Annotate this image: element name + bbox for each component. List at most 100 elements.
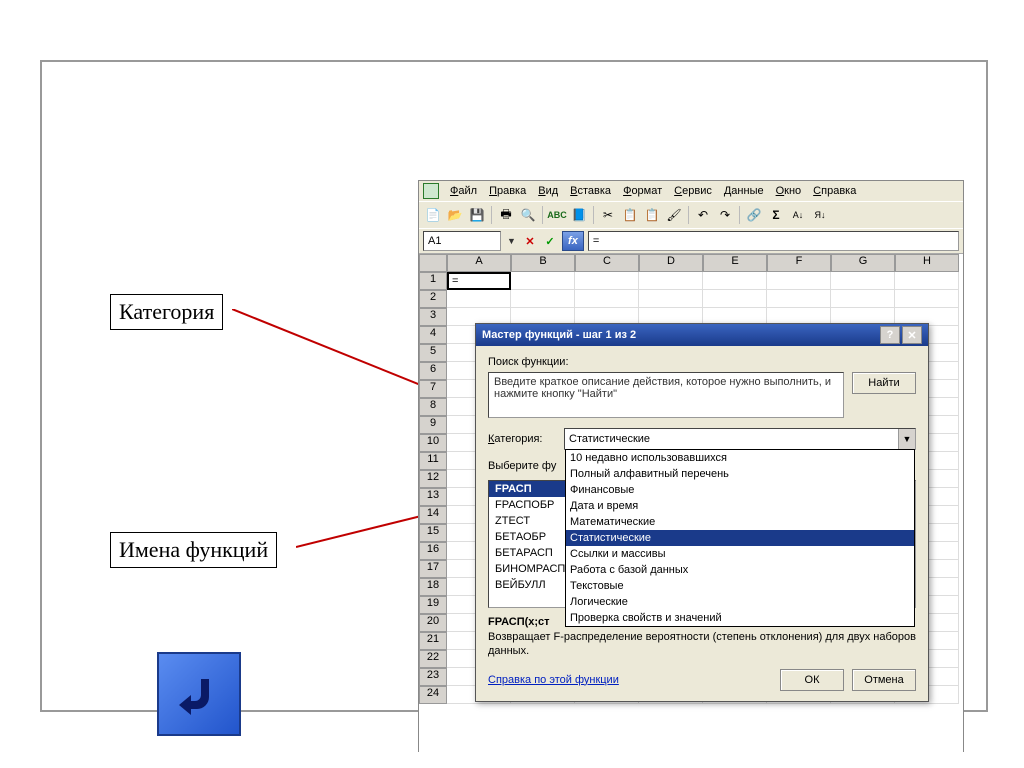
category-dropdown[interactable]: 10 недавно использовавшихсяПолный алфави… <box>565 449 915 627</box>
category-option[interactable]: Работа с базой данных <box>566 562 914 578</box>
category-option[interactable]: Математические <box>566 514 914 530</box>
column-header[interactable]: E <box>703 254 767 272</box>
menu-help[interactable]: Справка <box>808 183 861 199</box>
print-preview-icon[interactable]: 🔍 <box>518 205 538 225</box>
cell[interactable] <box>639 272 703 290</box>
copy-icon[interactable]: 📋 <box>620 205 640 225</box>
cell[interactable] <box>575 272 639 290</box>
column-header[interactable]: F <box>767 254 831 272</box>
row-header[interactable]: 15 <box>419 524 447 542</box>
category-select[interactable]: Статистические ▼ 10 недавно использовавш… <box>564 428 916 450</box>
category-option[interactable]: Полный алфавитный перечень <box>566 466 914 482</box>
function-help-link[interactable]: Справка по этой функции <box>488 674 619 686</box>
cell[interactable]: = <box>447 272 511 290</box>
cell[interactable] <box>703 290 767 308</box>
category-option[interactable]: 10 недавно использовавшихся <box>566 450 914 466</box>
row-header[interactable]: 8 <box>419 398 447 416</box>
row-header[interactable]: 5 <box>419 344 447 362</box>
insert-function-icon[interactable]: fx <box>562 231 584 251</box>
cancel-formula-icon[interactable]: ✕ <box>522 233 538 249</box>
cell[interactable] <box>575 290 639 308</box>
row-header[interactable]: 16 <box>419 542 447 560</box>
row-header[interactable]: 10 <box>419 434 447 452</box>
help-titlebar-button[interactable]: ? <box>880 326 900 344</box>
menu-insert[interactable]: Вставка <box>565 183 616 199</box>
row-header[interactable]: 7 <box>419 380 447 398</box>
menu-window[interactable]: Окно <box>771 183 807 199</box>
row-header[interactable]: 24 <box>419 686 447 704</box>
category-option[interactable]: Текстовые <box>566 578 914 594</box>
cell[interactable] <box>767 272 831 290</box>
category-option[interactable]: Ссылки и массивы <box>566 546 914 562</box>
menu-data[interactable]: Данные <box>719 183 769 199</box>
column-header[interactable]: G <box>831 254 895 272</box>
formula-input[interactable]: = <box>588 231 959 251</box>
row-header[interactable]: 17 <box>419 560 447 578</box>
row-header[interactable]: 21 <box>419 632 447 650</box>
hyperlink-icon[interactable]: 🔗 <box>744 205 764 225</box>
row-header[interactable]: 9 <box>419 416 447 434</box>
column-header[interactable]: C <box>575 254 639 272</box>
column-header[interactable]: D <box>639 254 703 272</box>
cell[interactable] <box>703 272 767 290</box>
row-header[interactable]: 2 <box>419 290 447 308</box>
redo-icon[interactable]: ↷ <box>715 205 735 225</box>
autosum-icon[interactable]: Σ <box>766 205 786 225</box>
menu-tools[interactable]: Сервис <box>669 183 717 199</box>
cell[interactable] <box>511 272 575 290</box>
category-option[interactable]: Дата и время <box>566 498 914 514</box>
name-box-dropdown-icon[interactable]: ▼ <box>505 236 518 246</box>
row-header[interactable]: 3 <box>419 308 447 326</box>
row-header[interactable]: 20 <box>419 614 447 632</box>
cut-icon[interactable]: ✂ <box>598 205 618 225</box>
menu-view[interactable]: Вид <box>533 183 563 199</box>
row-header[interactable]: 4 <box>419 326 447 344</box>
menu-edit[interactable]: Правка <box>484 183 531 199</box>
paste-icon[interactable]: 📋 <box>642 205 662 225</box>
cell[interactable] <box>767 290 831 308</box>
menu-format[interactable]: Формат <box>618 183 667 199</box>
name-box[interactable]: A1 <box>423 231 501 251</box>
cell[interactable] <box>511 290 575 308</box>
cell[interactable] <box>831 272 895 290</box>
print-icon[interactable]: 🖶 <box>496 205 516 225</box>
column-header[interactable]: H <box>895 254 959 272</box>
category-option[interactable]: Финансовые <box>566 482 914 498</box>
enter-formula-icon[interactable]: ✓ <box>542 233 558 249</box>
column-header[interactable]: B <box>511 254 575 272</box>
row-header[interactable]: 18 <box>419 578 447 596</box>
column-header[interactable]: A <box>447 254 511 272</box>
row-header[interactable]: 14 <box>419 506 447 524</box>
category-option[interactable]: Проверка свойств и значений <box>566 610 914 626</box>
menu-file[interactable]: Файл <box>445 183 482 199</box>
cell[interactable] <box>831 290 895 308</box>
cancel-button[interactable]: Отмена <box>852 669 916 691</box>
cell[interactable] <box>639 290 703 308</box>
close-titlebar-button[interactable]: ✕ <box>902 326 922 344</box>
row-header[interactable]: 22 <box>419 650 447 668</box>
category-option[interactable]: Статистические <box>566 530 914 546</box>
save-icon[interactable]: 💾 <box>467 205 487 225</box>
research-icon[interactable]: 📘 <box>569 205 589 225</box>
format-painter-icon[interactable]: 🖌 <box>664 205 684 225</box>
row-header[interactable]: 12 <box>419 470 447 488</box>
chevron-down-icon[interactable]: ▼ <box>898 429 915 449</box>
category-option[interactable]: Логические <box>566 594 914 610</box>
cell[interactable] <box>895 290 959 308</box>
search-input[interactable] <box>488 372 844 418</box>
undo-icon[interactable]: ↶ <box>693 205 713 225</box>
ok-button[interactable]: ОК <box>780 669 844 691</box>
sort-desc-icon[interactable]: Я↓ <box>810 205 830 225</box>
spellcheck-icon[interactable]: ABC <box>547 205 567 225</box>
row-header[interactable]: 1 <box>419 272 447 290</box>
open-icon[interactable]: 📂 <box>445 205 465 225</box>
cell[interactable] <box>447 290 511 308</box>
cell[interactable] <box>895 272 959 290</box>
row-header[interactable]: 11 <box>419 452 447 470</box>
row-header[interactable]: 13 <box>419 488 447 506</box>
find-button[interactable]: Найти <box>852 372 916 394</box>
row-header[interactable]: 6 <box>419 362 447 380</box>
sort-asc-icon[interactable]: A↓ <box>788 205 808 225</box>
row-header[interactable]: 23 <box>419 668 447 686</box>
row-header[interactable]: 19 <box>419 596 447 614</box>
